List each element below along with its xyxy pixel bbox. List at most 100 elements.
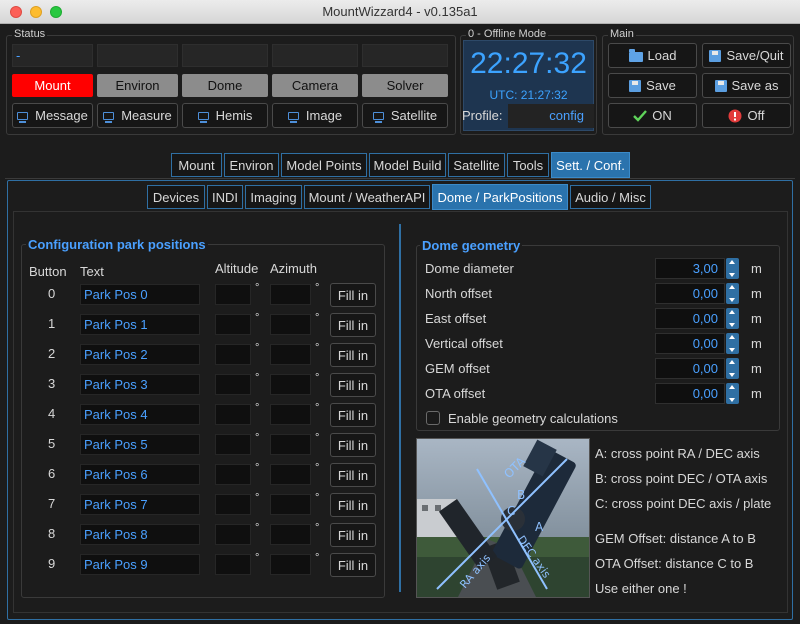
park-row-9-fill-in-button[interactable]: Fill in <box>330 553 376 577</box>
enable-geometry-checkbox[interactable] <box>426 411 440 425</box>
park-row-6-azimuth-input[interactable] <box>270 464 311 485</box>
park-row-6-fill-in-button[interactable]: Fill in <box>330 463 376 487</box>
local-time: 22:27:32 <box>470 47 587 80</box>
park-row-5-text-input[interactable]: Park Pos 5 <box>80 434 200 455</box>
park-row-9-azimuth-input[interactable] <box>270 554 311 575</box>
dome-field-1-input[interactable]: 0,00 <box>655 283 725 304</box>
subtab-indi[interactable]: INDI <box>207 185 243 209</box>
measure-button[interactable]: Measure <box>97 103 178 128</box>
dome-field-5-input[interactable]: 0,00 <box>655 383 725 404</box>
park-row-4-fill-in-button[interactable]: Fill in <box>330 403 376 427</box>
park-row-8-text-input[interactable]: Park Pos 8 <box>80 524 200 545</box>
park-row-8-azimuth-input[interactable] <box>270 524 311 545</box>
park-row-2-altitude-input[interactable] <box>215 344 251 365</box>
tab-model-points[interactable]: Model Points <box>281 153 367 177</box>
floppy-icon <box>709 49 722 62</box>
subtab-imaging[interactable]: Imaging <box>245 185 302 209</box>
status-camera-button[interactable]: Camera <box>272 74 358 97</box>
tab-mount[interactable]: Mount <box>171 153 222 177</box>
status-dome-button[interactable]: Dome <box>182 74 268 97</box>
tab-environ[interactable]: Environ <box>224 153 279 177</box>
status-environ-button[interactable]: Environ <box>97 74 178 97</box>
park-row-7-fill-in-button[interactable]: Fill in <box>330 493 376 517</box>
save-quit-button[interactable]: Save/Quit <box>702 43 791 68</box>
dome-field-2-spin-arrows[interactable] <box>726 308 739 329</box>
park-row-5-altitude-input[interactable] <box>215 434 251 455</box>
on-button[interactable]: ON <box>608 103 697 128</box>
arrow-down-icon <box>729 298 735 302</box>
park-row-6-number: 6 <box>48 466 56 481</box>
park-row-8-text-value: Park Pos 8 <box>84 527 148 542</box>
arrow-down-icon <box>729 273 735 277</box>
image-button[interactable]: Image <box>272 103 358 128</box>
hemis-label: Hemis <box>215 108 253 123</box>
subtab-dome-parkpositions[interactable]: Dome / ParkPositions <box>432 184 568 210</box>
park-row-3-fill-in-button[interactable]: Fill in <box>330 373 376 397</box>
window-title: MountWizzard4 - v0.135a1 <box>322 4 478 19</box>
park-row-8-fill-in-button[interactable]: Fill in <box>330 523 376 547</box>
status-mount-button[interactable]: Mount <box>12 74 93 97</box>
park-row-3-altitude-input[interactable] <box>215 374 251 395</box>
park-row-3-azimuth-input[interactable] <box>270 374 311 395</box>
dome-field-4-spin-arrows[interactable] <box>726 358 739 379</box>
dome-field-5-spin-arrows[interactable] <box>726 383 739 404</box>
satellite-window-button[interactable]: Satellite <box>362 103 448 128</box>
park-row-4-altitude-input[interactable] <box>215 404 251 425</box>
tab-satellite[interactable]: Satellite <box>448 153 505 177</box>
park-row-2-azimuth-input[interactable] <box>270 344 311 365</box>
park-row-0-azimuth-input[interactable] <box>270 284 311 305</box>
subtab-devices[interactable]: Devices <box>147 185 205 209</box>
save-label: Save <box>646 78 676 93</box>
tab-settings[interactable]: Sett. / Conf. <box>551 152 630 178</box>
park-row-4-text-input[interactable]: Park Pos 4 <box>80 404 200 425</box>
park-row-1-text-input[interactable]: Park Pos 1 <box>80 314 200 335</box>
off-button[interactable]: Off <box>702 103 791 128</box>
park-row-7-azimuth-input[interactable] <box>270 494 311 515</box>
save-as-button[interactable]: Save as <box>702 73 791 98</box>
arrow-up-icon <box>729 385 735 389</box>
park-row-7-text-input[interactable]: Park Pos 7 <box>80 494 200 515</box>
park-row-5-azimuth-input[interactable] <box>270 434 311 455</box>
monitor-icon <box>197 111 209 123</box>
dome-field-0-spin-arrows[interactable] <box>726 258 739 279</box>
dome-field-3-input[interactable]: 0,00 <box>655 333 725 354</box>
park-row-1-altitude-input[interactable] <box>215 314 251 335</box>
park-row-2-text-input[interactable]: Park Pos 2 <box>80 344 200 365</box>
park-row-9-altitude-input[interactable] <box>215 554 251 575</box>
park-row-0-fill-in-button[interactable]: Fill in <box>330 283 376 307</box>
save-button[interactable]: Save <box>608 73 697 98</box>
park-row-1-azimuth-input[interactable] <box>270 314 311 335</box>
park-row-6-altitude-input[interactable] <box>215 464 251 485</box>
subtab-audio-misc[interactable]: Audio / Misc <box>570 185 651 209</box>
park-row-5-fill-in-button[interactable]: Fill in <box>330 433 376 457</box>
arrow-down-icon <box>729 373 735 377</box>
park-row-2-fill-in-button[interactable]: Fill in <box>330 343 376 367</box>
park-row-9-text-input[interactable]: Park Pos 9 <box>80 554 200 575</box>
hemis-button[interactable]: Hemis <box>182 103 268 128</box>
message-button[interactable]: Message <box>12 103 93 128</box>
park-row-0-text-input[interactable]: Park Pos 0 <box>80 284 200 305</box>
park-row-0-altitude-input[interactable] <box>215 284 251 305</box>
park-row-3-text-input[interactable]: Park Pos 3 <box>80 374 200 395</box>
dome-field-0-input[interactable]: 3,00 <box>655 258 725 279</box>
dome-field-4-input[interactable]: 0,00 <box>655 358 725 379</box>
park-row-6-text-input[interactable]: Park Pos 6 <box>80 464 200 485</box>
dome-field-1-spin-arrows[interactable] <box>726 283 739 304</box>
park-row-4-azimuth-input[interactable] <box>270 404 311 425</box>
load-button[interactable]: Load <box>608 43 697 68</box>
park-row-7-altitude-input[interactable] <box>215 494 251 515</box>
park-row-3-azimuth-degree: ° <box>315 372 320 384</box>
dome-field-2-label: East offset <box>425 311 487 326</box>
tab-tools[interactable]: Tools <box>507 153 549 177</box>
park-row-1-text-value: Park Pos 1 <box>84 317 148 332</box>
park-row-2-text-value: Park Pos 2 <box>84 347 148 362</box>
dome-field-2-input[interactable]: 0,00 <box>655 308 725 329</box>
park-row-1-fill-in-button[interactable]: Fill in <box>330 313 376 337</box>
subtab-mount-weatherapi[interactable]: Mount / WeatherAPI <box>304 185 430 209</box>
tab-model-build[interactable]: Model Build <box>369 153 446 177</box>
status-solver-button[interactable]: Solver <box>362 74 448 97</box>
status-dash: - <box>16 48 21 63</box>
dome-field-3-spin-arrows[interactable] <box>726 333 739 354</box>
park-row-8-altitude-input[interactable] <box>215 524 251 545</box>
measure-label: Measure <box>121 108 172 123</box>
